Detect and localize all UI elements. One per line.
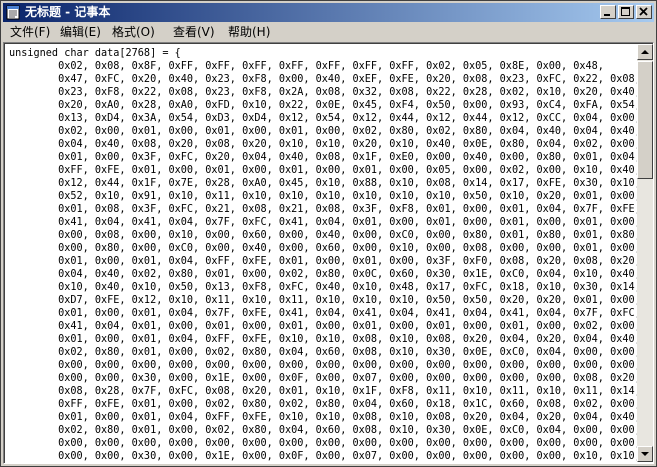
text-line: 0x00, 0x00, 0x30, 0x00, 0x1E, 0x00, 0x0F…	[9, 373, 637, 384]
text-line: 0xFF, 0xFE, 0x01, 0x00, 0x01, 0x00, 0x01…	[9, 165, 637, 176]
text-area[interactable]: unsigned char data[2768] = { 0x02, 0x08,…	[6, 45, 637, 463]
text-line: 0x04, 0x40, 0x08, 0x20, 0x08, 0x20, 0x10…	[9, 139, 637, 150]
window-title: 无标题 - 记事本	[25, 5, 111, 19]
text-line: 0x47, 0xFC, 0x20, 0x40, 0x23, 0xF8, 0x00…	[9, 74, 637, 85]
editor-area: unsigned char data[2768] = { 0x02, 0x08,…	[4, 43, 653, 463]
text-line: 0x08, 0x28, 0x7F, 0xFC, 0x08, 0x20, 0x01…	[9, 386, 637, 397]
scroll-thumb[interactable]	[637, 61, 653, 179]
menu-bar: 文件(F) 编辑(E) 格式(O) 查看(V) 帮助(H)	[3, 23, 654, 42]
text-line: 0x00, 0x00, 0x00, 0x00, 0x00, 0x00, 0x00…	[9, 360, 637, 371]
scroll-down-icon	[641, 452, 649, 456]
menu-help[interactable]: 帮助(H)	[223, 23, 275, 42]
text-line: 0x52, 0x10, 0x91, 0x10, 0x11, 0x10, 0x10…	[9, 191, 637, 202]
text-line: 0x02, 0x80, 0x01, 0x00, 0x02, 0x80, 0x04…	[9, 425, 637, 436]
scroll-up-icon	[641, 50, 649, 54]
text-line: unsigned char data[2768] = {	[9, 48, 181, 59]
notepad-window: 无标题 - 记事本 文件(F) 编辑(E) 格式(O) 查看(V) 帮助(H) …	[0, 0, 657, 467]
scroll-down-button[interactable]	[637, 446, 653, 462]
vertical-scrollbar[interactable]	[637, 44, 653, 462]
text-line: 0x10, 0x40, 0x10, 0x50, 0x13, 0xF8, 0xFC…	[9, 282, 637, 293]
text-line: 0x41, 0x04, 0x01, 0x00, 0x01, 0x00, 0x01…	[9, 321, 637, 332]
text-line: 0x13, 0xD4, 0x3A, 0x54, 0xD3, 0xD4, 0x12…	[9, 113, 637, 124]
maximize-button[interactable]	[618, 5, 634, 19]
text-line: 0x01, 0x00, 0x01, 0x04, 0xFF, 0xFE, 0x01…	[9, 256, 637, 267]
text-line: 0x20, 0xA0, 0x28, 0xA0, 0xFD, 0x10, 0x22…	[9, 100, 637, 111]
text-line: 0x02, 0x00, 0x01, 0x00, 0x01, 0x00, 0x01…	[9, 126, 637, 137]
title-bar[interactable]: 无标题 - 记事本	[3, 3, 654, 22]
editor-frame: unsigned char data[2768] = { 0x02, 0x08,…	[3, 42, 654, 464]
text-line: 0x12, 0x44, 0x1F, 0x7E, 0x28, 0xA0, 0x45…	[9, 178, 637, 189]
notepad-icon	[6, 5, 20, 20]
text-line: 0x41, 0x04, 0x41, 0x04, 0x7F, 0xFC, 0x41…	[9, 217, 637, 228]
text-line: 0x01, 0x00, 0x01, 0x04, 0xFF, 0xFE, 0x10…	[9, 334, 637, 345]
text-content: unsigned char data[2768] = { 0x02, 0x08,…	[6, 45, 637, 463]
text-line: 0x02, 0x08, 0x8F, 0xFF, 0xFF, 0xFF, 0xFF…	[9, 61, 604, 72]
scroll-up-button[interactable]	[637, 44, 653, 60]
text-line: 0xFF, 0xFE, 0x01, 0x00, 0x02, 0x80, 0x02…	[9, 399, 637, 410]
menu-format[interactable]: 格式(O)	[107, 23, 160, 42]
menu-edit[interactable]: 编辑(E)	[55, 23, 106, 42]
maximize-icon	[621, 7, 630, 16]
minimize-icon	[604, 14, 610, 16]
text-line: 0x00, 0x08, 0x00, 0x10, 0x00, 0x60, 0x00…	[9, 230, 637, 241]
text-line: 0x01, 0x00, 0x3F, 0xFC, 0x20, 0x04, 0x40…	[9, 152, 637, 163]
minimize-button[interactable]	[600, 5, 616, 19]
text-line: 0x00, 0x00, 0x30, 0x00, 0x1E, 0x00, 0x0F…	[9, 451, 637, 462]
text-line: 0x01, 0x00, 0x01, 0x04, 0xFF, 0xFE, 0x10…	[9, 412, 637, 423]
text-line: 0x01, 0x00, 0x01, 0x04, 0x7F, 0xFE, 0x41…	[9, 308, 637, 319]
text-line: 0x00, 0x80, 0x00, 0xC0, 0x00, 0x40, 0x00…	[9, 243, 637, 254]
close-button[interactable]	[636, 5, 652, 19]
window-controls	[598, 5, 652, 20]
text-line: 0x04, 0x40, 0x02, 0x80, 0x01, 0x00, 0x02…	[9, 269, 637, 280]
menu-file[interactable]: 文件(F)	[5, 23, 55, 42]
text-line: 0x01, 0x08, 0x3F, 0xFC, 0x21, 0x08, 0x21…	[9, 204, 637, 215]
close-icon	[639, 7, 648, 16]
text-line: 0x23, 0xF8, 0x22, 0x08, 0x23, 0xF8, 0x2A…	[9, 87, 637, 98]
text-line: 0x00, 0x00, 0x00, 0x00, 0x00, 0x00, 0x00…	[9, 438, 637, 449]
text-line: 0xD7, 0xFE, 0x12, 0x10, 0x11, 0x10, 0x11…	[9, 295, 637, 306]
text-line: 0x02, 0x80, 0x01, 0x00, 0x02, 0x80, 0x04…	[9, 347, 637, 358]
menu-view[interactable]: 查看(V)	[168, 23, 220, 42]
